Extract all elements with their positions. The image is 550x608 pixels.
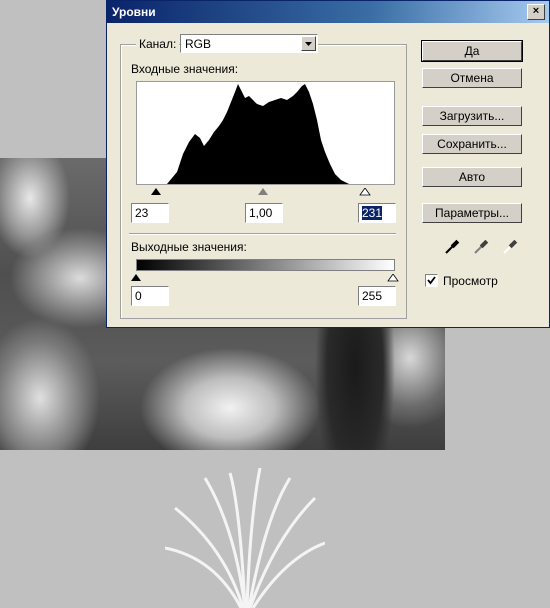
levels-dialog: Уровни × Канал: RGB Входные значения: 23… <box>106 0 550 328</box>
auto-button[interactable]: Авто <box>422 167 522 187</box>
ok-button[interactable]: Да <box>421 40 523 62</box>
input-black-handle <box>151 188 161 195</box>
eyedropper-black-icon[interactable] <box>445 238 461 254</box>
close-button[interactable]: × <box>527 4 545 20</box>
preview-label[interactable]: Просмотр <box>443 274 498 288</box>
output-white-handle <box>387 273 399 282</box>
input-white-value: 231 <box>362 206 383 220</box>
channel-select[interactable]: RGB <box>180 34 318 53</box>
title-bar[interactable]: Уровни × <box>107 1 549 23</box>
eyedropper-gray-icon[interactable] <box>474 238 490 254</box>
input-levels-label: Входные значения: <box>131 62 239 76</box>
input-black-field[interactable]: 23 <box>131 203 169 223</box>
input-gray-handle <box>258 188 268 195</box>
histogram <box>136 81 395 185</box>
channel-label: Канал: <box>136 37 180 51</box>
input-white-field[interactable]: 231 <box>358 203 396 223</box>
cancel-button[interactable]: Отмена <box>422 68 522 88</box>
channel-value: RGB <box>185 37 212 51</box>
output-gradient-bar <box>136 259 395 271</box>
histogram-graph <box>167 84 349 184</box>
input-slider[interactable] <box>136 185 393 196</box>
save-button[interactable]: Сохранить... <box>422 134 522 154</box>
chevron-down-icon[interactable] <box>301 36 316 51</box>
output-levels-label: Выходные значения: <box>131 240 247 254</box>
output-slider[interactable] <box>131 271 399 282</box>
dialog-title: Уровни <box>112 5 156 19</box>
checkmark-icon <box>427 276 436 285</box>
input-white-handle <box>359 187 371 196</box>
input-gray-field[interactable]: 1,00 <box>245 203 283 223</box>
preview-checkbox[interactable] <box>425 274 438 287</box>
output-black-field[interactable]: 0 <box>131 286 169 306</box>
options-button[interactable]: Параметры... <box>422 203 522 223</box>
output-black-handle <box>131 274 141 281</box>
eyedropper-white-icon[interactable] <box>503 238 519 254</box>
load-button[interactable]: Загрузить... <box>422 106 522 126</box>
section-divider <box>129 233 396 235</box>
grass-image <box>165 468 325 608</box>
output-white-field[interactable]: 255 <box>358 286 396 306</box>
